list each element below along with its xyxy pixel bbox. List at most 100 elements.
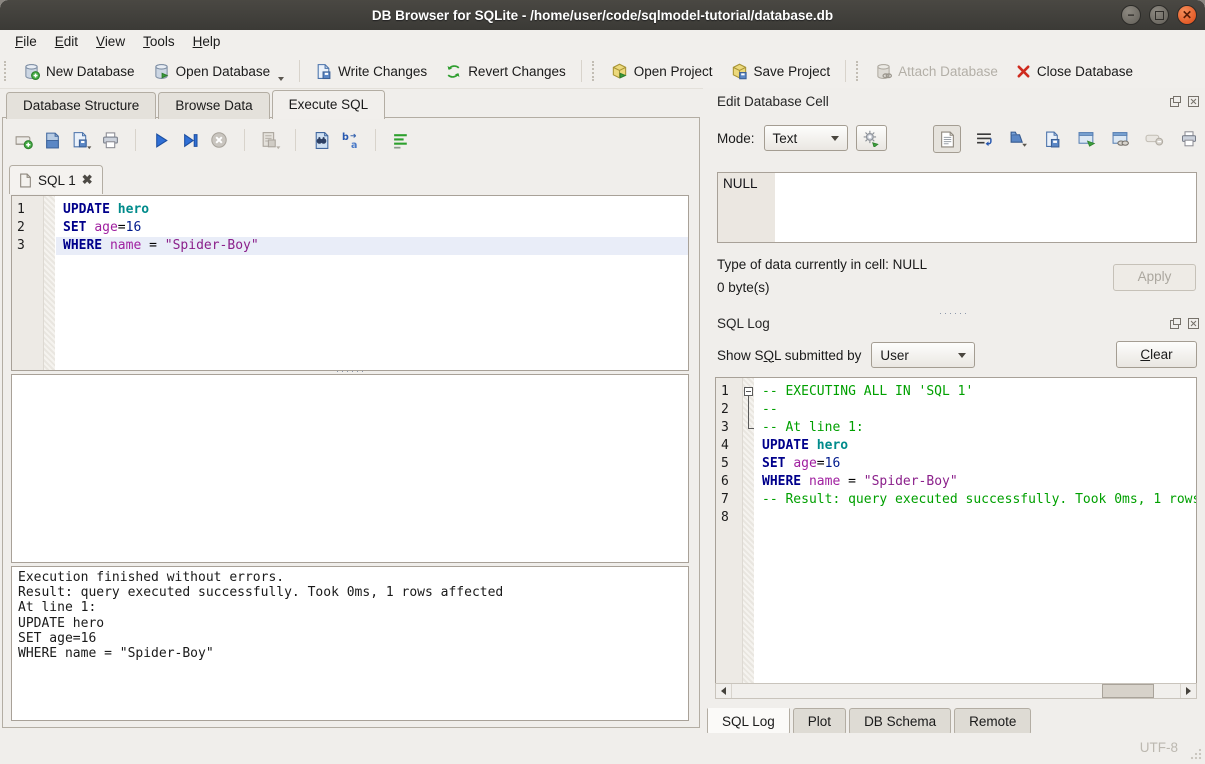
edit-cell-title: Edit Database Cell [717, 94, 829, 109]
close-database-icon [1016, 64, 1031, 79]
apply-button[interactable]: Apply [1113, 264, 1196, 291]
tab-plot[interactable]: Plot [793, 708, 846, 735]
right-dock: Edit Database Cell Mode: Text [703, 88, 1205, 733]
menu-help[interactable]: Help [184, 30, 230, 54]
text-mode-button[interactable] [933, 125, 961, 153]
find-icon [312, 131, 331, 150]
new-database-button[interactable]: New Database [14, 58, 144, 85]
main-toolbar: New Database Open Database Write Changes… [0, 54, 1205, 89]
sql-file-tab[interactable]: SQL 1 ✖ [9, 165, 103, 194]
write-changes-icon [315, 63, 332, 80]
set-value-button[interactable] [1076, 129, 1097, 150]
title-bar[interactable]: DB Browser for SQLite - /home/user/code/… [0, 0, 1205, 30]
close-database-button[interactable]: Close Database [1007, 58, 1142, 85]
resize-grip[interactable] [1189, 747, 1202, 760]
minimize-button[interactable]: − [1121, 5, 1141, 25]
sql-editor[interactable]: 1UPDATE hero2SET age=163WHERE name = "Sp… [11, 195, 689, 371]
float-dock-button[interactable] [1169, 317, 1182, 330]
set-null-button[interactable] [1144, 129, 1165, 150]
export-file-button[interactable] [1042, 129, 1063, 150]
cell-size-info: 0 byte(s) [717, 280, 770, 295]
open-database-button[interactable]: Open Database [144, 58, 294, 85]
find-button[interactable] [311, 130, 331, 150]
horizontal-scrollbar[interactable] [715, 683, 1197, 699]
open-project-button[interactable]: Open Project [602, 58, 722, 85]
execute-sql-panel: ba SQL 1 ✖ 1UPDATE hero2SET age=163WHERE… [2, 117, 700, 728]
toolbar-separator [375, 129, 376, 151]
filter-label: Show SQL submitted by [717, 348, 861, 363]
cell-editor-toolbar [933, 125, 1199, 153]
dock-splitter-handle[interactable]: ······ [703, 310, 1205, 316]
link-icon [1112, 131, 1130, 147]
format-sql-icon [392, 131, 411, 150]
code-line: 6WHERE name = "Spider-Boy" [716, 473, 1196, 491]
menu-edit[interactable]: Edit [46, 30, 87, 54]
menu-tools[interactable]: Tools [134, 30, 184, 54]
code-line: 7-- Result: query executed successfully.… [716, 491, 1196, 509]
menu-view[interactable]: View [87, 30, 134, 54]
toolbar-separator [581, 60, 582, 82]
scroll-left-arrow[interactable] [716, 684, 732, 698]
close-window-button[interactable]: ✕ [1177, 5, 1197, 25]
new-sql-tab-icon [14, 131, 33, 150]
find-replace-button[interactable]: ba [340, 130, 360, 150]
menu-bar: File Edit View Tools Help [0, 30, 1205, 54]
stop-button[interactable] [209, 130, 229, 150]
attach-database-button[interactable]: Attach Database [866, 58, 1007, 85]
auto-apply-button[interactable] [856, 125, 887, 151]
float-dock-button[interactable] [1169, 95, 1182, 108]
tab-remote[interactable]: Remote [954, 708, 1031, 735]
menu-file[interactable]: File [6, 30, 46, 54]
submitter-combobox[interactable]: User [871, 342, 975, 368]
tab-db-schema[interactable]: DB Schema [849, 708, 951, 735]
chevron-down-icon [831, 136, 839, 141]
toolbar-drag-handle[interactable] [592, 61, 597, 81]
cell-value-editor[interactable]: NULL [717, 172, 1197, 243]
import-file-button[interactable] [1008, 129, 1029, 150]
mode-combobox[interactable]: Text [764, 125, 848, 151]
print-icon [1180, 130, 1198, 148]
save-project-icon [731, 63, 748, 80]
save-sql-file-button[interactable] [71, 130, 91, 150]
tab-execute-sql[interactable]: Execute SQL [272, 90, 386, 119]
execute-all-button[interactable] [151, 130, 171, 150]
close-sql-tab-icon[interactable]: ✖ [82, 172, 93, 188]
save-results-button[interactable] [260, 130, 280, 150]
stop-icon [210, 131, 228, 149]
clear-log-button[interactable]: Clear [1116, 341, 1197, 368]
code-line: 1-- EXECUTING ALL IN 'SQL 1' [716, 383, 1196, 401]
scrollbar-thumb[interactable] [1102, 684, 1154, 698]
print-sql-button[interactable] [100, 130, 120, 150]
close-dock-button[interactable] [1187, 317, 1200, 330]
tab-database-structure[interactable]: Database Structure [6, 92, 156, 119]
link-data-button[interactable] [1110, 129, 1131, 150]
print-cell-button[interactable] [1178, 129, 1199, 150]
sql-log-title: SQL Log [717, 316, 770, 331]
toolbar-drag-handle[interactable] [4, 61, 9, 81]
format-sql-button[interactable] [391, 130, 411, 150]
scrollbar-track[interactable] [732, 684, 1180, 698]
sql-log-view[interactable]: 1-- EXECUTING ALL IN 'SQL 1'2--3-- At li… [715, 377, 1197, 684]
maximize-button[interactable] [1149, 5, 1169, 25]
import-file-icon [1009, 130, 1028, 148]
execute-all-icon [153, 132, 170, 149]
scroll-right-arrow[interactable] [1180, 684, 1196, 698]
results-pane[interactable] [11, 374, 689, 563]
open-sql-file-icon [43, 131, 62, 150]
set-null-icon [1145, 133, 1164, 146]
toolbar-drag-handle[interactable] [856, 61, 861, 81]
tab-browse-data[interactable]: Browse Data [158, 92, 269, 119]
tab-sql-log[interactable]: SQL Log [707, 708, 790, 735]
save-project-button[interactable]: Save Project [722, 58, 840, 85]
open-sql-file-button[interactable] [42, 130, 62, 150]
find-replace-icon: ba [341, 131, 360, 150]
close-dock-button[interactable] [1187, 95, 1200, 108]
new-sql-tab-button[interactable] [13, 130, 33, 150]
main-area: Database Structure Browse Data Execute S… [0, 88, 703, 733]
execute-line-button[interactable] [180, 130, 200, 150]
write-changes-button[interactable]: Write Changes [306, 58, 436, 85]
revert-changes-button[interactable]: Revert Changes [436, 58, 575, 85]
text-document-icon [940, 131, 955, 148]
word-wrap-button[interactable] [974, 129, 995, 150]
execution-message-pane[interactable]: Execution finished without errors. Resul… [11, 566, 689, 721]
